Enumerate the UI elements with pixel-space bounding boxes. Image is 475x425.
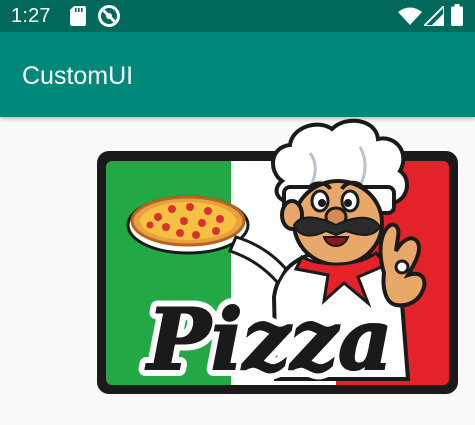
do-not-disturb-icon xyxy=(98,5,120,27)
svg-text:Pizza: Pizza xyxy=(146,290,393,389)
signal-icon xyxy=(424,6,444,26)
battery-icon xyxy=(451,4,463,26)
content-area: Pizza Pizza xyxy=(0,117,475,425)
app-title: CustomUI xyxy=(22,62,134,90)
wifi-icon xyxy=(398,7,422,25)
status-bar: 1:27 xyxy=(0,0,475,32)
pizza-chef-logo-image: Pizza Pizza xyxy=(97,118,458,396)
app-bar: CustomUI xyxy=(0,32,475,117)
pizza-logo-text: Pizza Pizza xyxy=(139,283,400,396)
sd-card-icon xyxy=(70,6,86,26)
status-time: 1:27 xyxy=(11,5,51,27)
